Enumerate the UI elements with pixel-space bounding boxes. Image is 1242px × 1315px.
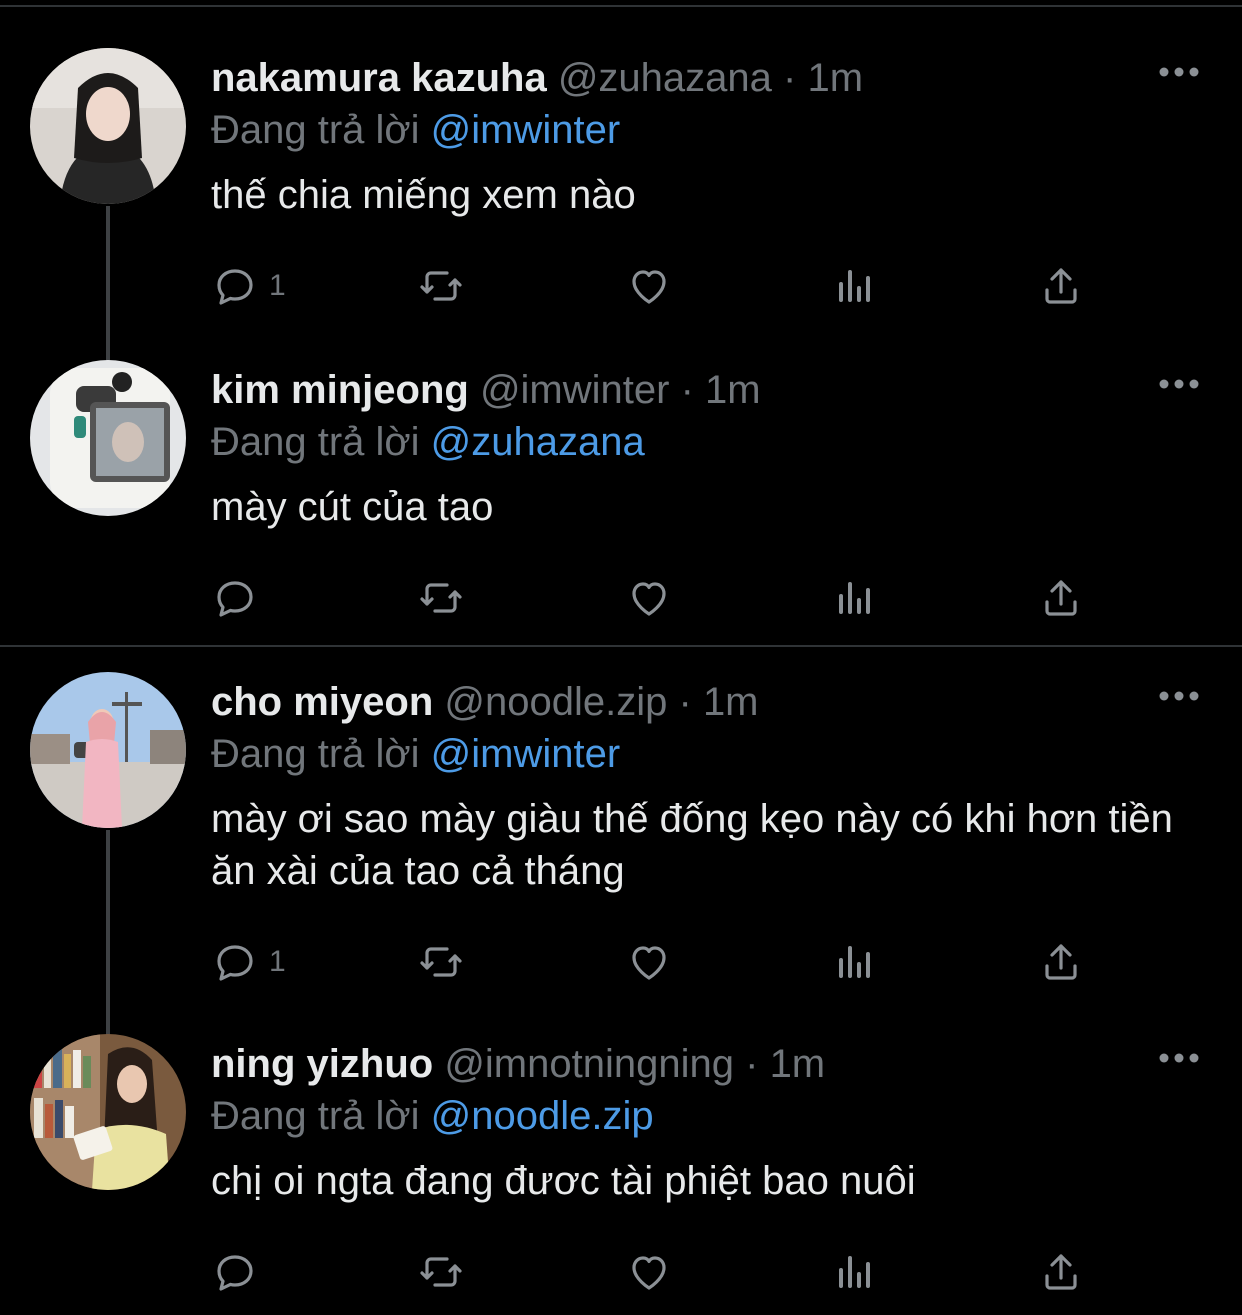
top-divider	[0, 5, 1242, 7]
like-button[interactable]	[625, 261, 673, 311]
replying-to: Đang trả lời @zuhazana	[211, 418, 645, 466]
separator: ·	[678, 680, 692, 724]
tweet-text: mày cút của tao	[211, 485, 494, 529]
mention-link[interactable]: @zuhazana	[431, 420, 645, 464]
views-button[interactable]	[831, 261, 879, 311]
avatar[interactable]	[30, 1034, 186, 1190]
retweet-button[interactable]	[417, 937, 465, 987]
share-icon	[1045, 1254, 1077, 1290]
reply-icon	[217, 945, 253, 981]
mention-link[interactable]: @noodle.zip	[431, 1094, 654, 1138]
replying-to: Đang trả lời @imwinter	[211, 106, 620, 154]
reply-button[interactable]	[211, 1247, 269, 1297]
retweet-button[interactable]	[417, 1247, 465, 1297]
retweet-icon	[420, 271, 462, 301]
reply-button[interactable]: 1	[211, 937, 286, 987]
tweet-header: nakamura kazuha @zuhazana · 1m	[211, 54, 863, 102]
separator: ·	[680, 368, 694, 412]
replying-prefix: Đang trả lời	[211, 732, 420, 776]
thread-connector	[106, 830, 110, 1036]
more-options-icon[interactable]	[1158, 1050, 1200, 1066]
replying-to: Đang trả lời @noodle.zip	[211, 1092, 654, 1140]
retweet-button[interactable]	[417, 261, 465, 311]
tweet-text: mày ơi sao mày giàu thế đống kẹo này có …	[211, 797, 1173, 893]
tweet-text: chị oi ngta đang đươc tài phiệt bao nuôi	[211, 1159, 916, 1203]
reply-icon	[217, 1255, 253, 1291]
avatar[interactable]	[30, 48, 186, 204]
views-button[interactable]	[831, 573, 879, 623]
like-button[interactable]	[625, 1247, 673, 1297]
handle[interactable]: @zuhazana	[558, 56, 772, 100]
share-icon	[1045, 268, 1077, 304]
like-button[interactable]	[625, 573, 673, 623]
share-icon	[1045, 580, 1077, 616]
more-options-icon[interactable]	[1158, 64, 1200, 80]
timestamp[interactable]: 1m	[770, 1042, 826, 1086]
heart-icon	[632, 582, 666, 616]
tweet-header: cho miyeon @noodle.zip · 1m	[211, 678, 759, 726]
display-name[interactable]: ning yizhuo	[211, 1042, 433, 1086]
display-name[interactable]: kim minjeong	[211, 368, 469, 412]
replying-prefix: Đang trả lời	[211, 420, 420, 464]
views-icon	[839, 1256, 870, 1288]
retweet-icon	[420, 947, 462, 977]
heart-icon	[632, 946, 666, 980]
heart-icon	[632, 1256, 666, 1290]
reply-count: 1	[269, 945, 286, 978]
share-button[interactable]	[1037, 1247, 1085, 1297]
tweet-text: thế chia miếng xem nào	[211, 173, 636, 217]
like-button[interactable]	[625, 937, 673, 987]
reply-icon	[217, 269, 253, 305]
reply-icon	[217, 581, 253, 617]
timestamp[interactable]: 1m	[703, 680, 759, 724]
replying-prefix: Đang trả lời	[211, 108, 420, 152]
heart-icon	[632, 270, 666, 304]
retweet-icon	[420, 1257, 462, 1287]
views-icon	[839, 946, 870, 978]
share-button[interactable]	[1037, 261, 1085, 311]
share-button[interactable]	[1037, 573, 1085, 623]
thread-connector	[106, 206, 110, 362]
more-options-icon[interactable]	[1158, 688, 1200, 704]
display-name[interactable]: nakamura kazuha	[211, 56, 547, 100]
retweet-button[interactable]	[417, 573, 465, 623]
share-icon	[1045, 944, 1077, 980]
tweet-header: ning yizhuo @imnotningning · 1m	[211, 1040, 825, 1088]
views-button[interactable]	[831, 937, 879, 987]
reply-button[interactable]: 1	[211, 261, 286, 311]
timestamp[interactable]: 1m	[705, 368, 761, 412]
handle[interactable]: @imnotningning	[444, 1042, 734, 1086]
handle[interactable]: @noodle.zip	[444, 680, 667, 724]
views-icon	[839, 270, 870, 302]
handle[interactable]: @imwinter	[480, 368, 670, 412]
tweet-header: kim minjeong @imwinter · 1m	[211, 366, 761, 414]
more-options-icon[interactable]	[1158, 376, 1200, 392]
retweet-icon	[420, 583, 462, 613]
conversation-divider	[0, 645, 1242, 647]
views-button[interactable]	[831, 1247, 879, 1297]
timestamp[interactable]: 1m	[808, 56, 864, 100]
share-button[interactable]	[1037, 937, 1085, 987]
reply-button[interactable]	[211, 573, 269, 623]
avatar[interactable]	[30, 672, 186, 828]
separator: ·	[745, 1042, 759, 1086]
avatar[interactable]	[30, 360, 186, 516]
replying-to: Đang trả lời @imwinter	[211, 730, 620, 778]
mention-link[interactable]: @imwinter	[431, 732, 621, 776]
display-name[interactable]: cho miyeon	[211, 680, 433, 724]
separator: ·	[783, 56, 797, 100]
reply-count: 1	[269, 269, 286, 302]
replying-prefix: Đang trả lời	[211, 1094, 420, 1138]
mention-link[interactable]: @imwinter	[431, 108, 621, 152]
views-icon	[839, 582, 870, 614]
